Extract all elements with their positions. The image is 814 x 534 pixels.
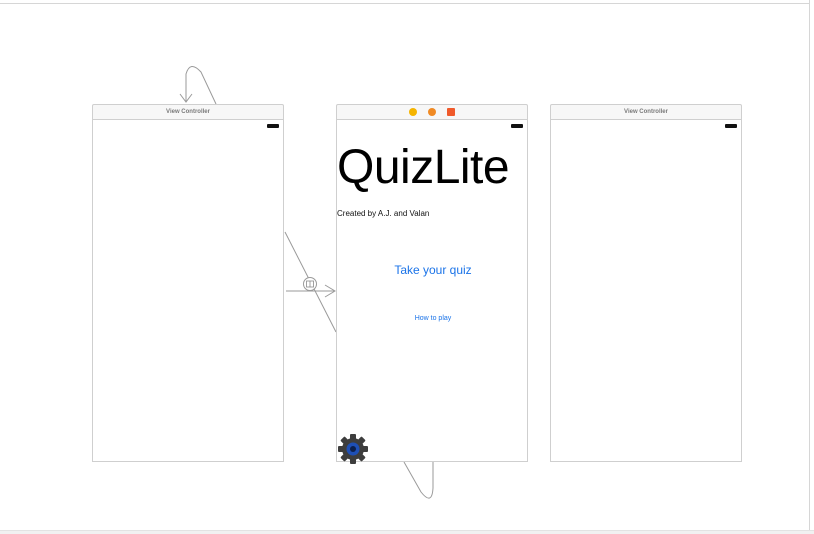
first-responder-icon[interactable] [428,108,436,116]
scene-title-bar[interactable]: View Controller [92,104,284,120]
app-title-label: QuizLite [337,141,510,194]
scene-view-controller-left[interactable]: View Controller [92,104,284,462]
segue-loop-top[interactable] [185,66,217,105]
scene-canvas[interactable]: QuizLite Created by A.J. and Valan Take … [336,120,529,465]
take-quiz-button[interactable]: Take your quiz [337,263,529,277]
segue-badge-icon[interactable] [303,277,317,291]
view-controller-icon[interactable] [409,108,417,116]
segue-loop-bottom[interactable] [403,461,434,499]
scene-quizlite[interactable]: QuizLite Created by A.J. and Valan Take … [336,104,529,465]
exit-icon[interactable] [447,108,455,116]
gear-icon[interactable] [337,433,369,465]
scene-title: View Controller [166,109,210,115]
battery-icon [267,124,279,128]
how-to-play-button[interactable]: How to play [337,315,529,322]
scene-view-controller-right[interactable]: View Controller [550,104,742,462]
scene-title: View Controller [624,109,668,115]
battery-icon [511,124,523,128]
scene-canvas[interactable] [550,120,742,462]
battery-icon [725,124,737,128]
scene-title-bar[interactable]: View Controller [550,104,742,120]
scene-canvas[interactable] [92,120,284,462]
credits-label: Created by A.J. and Valan [337,209,430,218]
scene-dock-bar[interactable] [336,104,528,120]
